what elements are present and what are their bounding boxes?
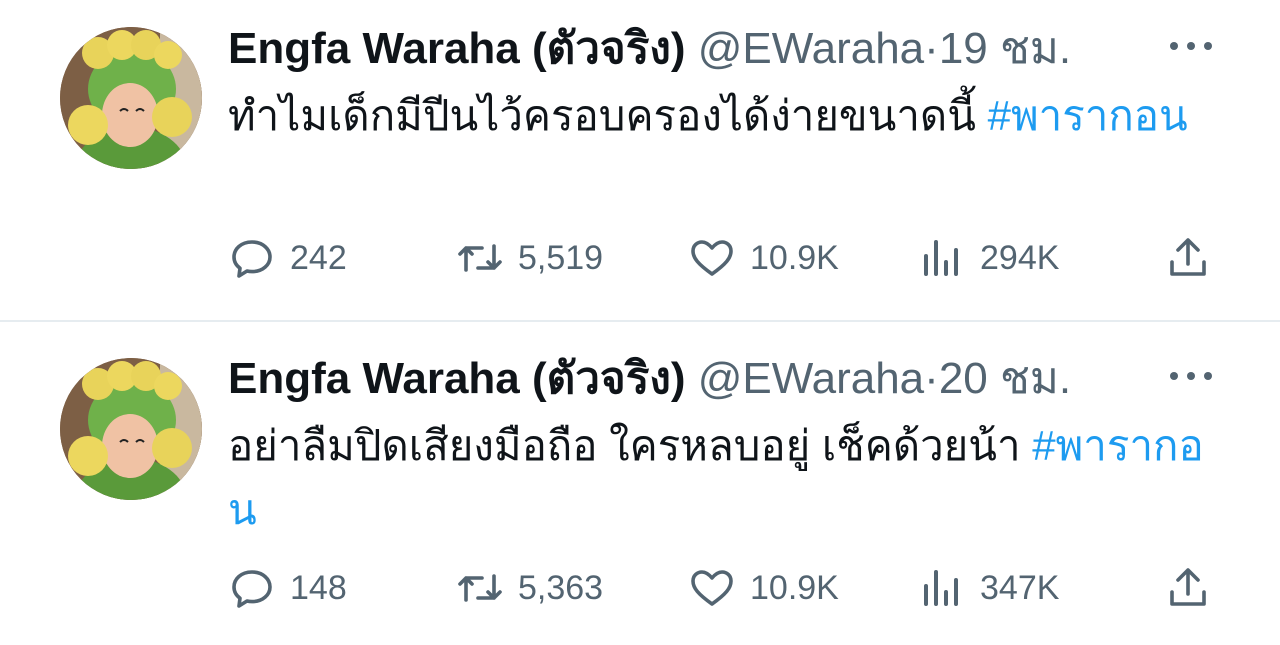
share-button[interactable] xyxy=(1164,558,1212,618)
views-count: 347K xyxy=(980,568,1060,607)
tweet-body: ทำไมเด็กมีปีนไว้ครอบครองได้ง่ายขนาดนี้ xyxy=(228,92,988,139)
tweet-header: Engfa Waraha (ตัวจริง) @EWaraha·20 ชม. xyxy=(228,352,1071,406)
tweet[interactable]: Engfa Waraha (ตัวจริง) @EWaraha·19 ชม. ท… xyxy=(0,0,1280,320)
views-button[interactable]: 294K xyxy=(918,228,1059,288)
reply-count: 148 xyxy=(290,568,347,607)
tweet-text: อย่าลืมปิดเสียงมือถือ ใครหลบอยู่ เช็คด้ว… xyxy=(228,414,1218,542)
timestamp[interactable]: 20 ชม. xyxy=(939,354,1071,403)
share-icon xyxy=(1170,238,1206,276)
share-icon xyxy=(1170,568,1206,606)
retweet-count: 5,363 xyxy=(518,568,604,607)
tweet[interactable]: Engfa Waraha (ตัวจริง) @EWaraha·20 ชม. อ… xyxy=(0,322,1280,645)
retweet-count: 5,519 xyxy=(518,238,604,277)
separator-dot: · xyxy=(924,24,939,73)
like-button[interactable]: 10.9K xyxy=(688,558,839,618)
reply-button[interactable]: 242 xyxy=(228,228,347,288)
like-button[interactable]: 10.9K xyxy=(688,228,839,288)
avatar-image xyxy=(60,358,202,500)
views-icon xyxy=(924,570,958,606)
handle[interactable]: @EWaraha xyxy=(698,24,924,73)
avatar[interactable] xyxy=(60,27,202,169)
tweet-feed: Engfa Waraha (ตัวจริง) @EWaraha·19 ชม. ท… xyxy=(0,0,1280,645)
views-count: 294K xyxy=(980,238,1060,277)
reply-icon xyxy=(232,570,272,608)
action-bar: 242 5,519 10.9K 294K xyxy=(228,228,1218,288)
handle[interactable]: @EWaraha xyxy=(698,354,924,403)
views-icon xyxy=(924,240,958,276)
reply-icon xyxy=(232,240,272,278)
hashtag-link[interactable]: #พารากอน xyxy=(988,92,1188,139)
more-icon[interactable] xyxy=(1168,38,1214,54)
tweet-text: ทำไมเด็กมีปีนไว้ครอบครองได้ง่ายขนาดนี้ #… xyxy=(228,84,1218,148)
heart-icon xyxy=(691,570,733,606)
share-button[interactable] xyxy=(1164,228,1212,288)
timestamp[interactable]: 19 ชม. xyxy=(939,24,1071,73)
retweet-button[interactable]: 5,363 xyxy=(456,558,603,618)
retweet-icon xyxy=(458,244,502,272)
display-name[interactable]: Engfa Waraha (ตัวจริง) xyxy=(228,354,685,403)
views-button[interactable]: 347K xyxy=(918,558,1059,618)
display-name[interactable]: Engfa Waraha (ตัวจริง) xyxy=(228,24,685,73)
retweet-icon xyxy=(458,574,502,602)
reply-count: 242 xyxy=(290,238,347,277)
action-bar: 148 5,363 10.9K 347K xyxy=(228,558,1218,618)
separator-dot: · xyxy=(924,354,939,403)
reply-button[interactable]: 148 xyxy=(228,558,347,618)
more-icon[interactable] xyxy=(1168,368,1214,384)
tweet-header: Engfa Waraha (ตัวจริง) @EWaraha·19 ชม. xyxy=(228,22,1071,76)
retweet-button[interactable]: 5,519 xyxy=(456,228,603,288)
like-count: 10.9K xyxy=(750,568,839,607)
tweet-body: อย่าลืมปิดเสียงมือถือ ใครหลบอยู่ เช็คด้ว… xyxy=(228,422,1033,469)
like-count: 10.9K xyxy=(750,238,839,277)
avatar[interactable] xyxy=(60,358,202,500)
avatar-image xyxy=(60,27,202,169)
heart-icon xyxy=(691,240,733,276)
